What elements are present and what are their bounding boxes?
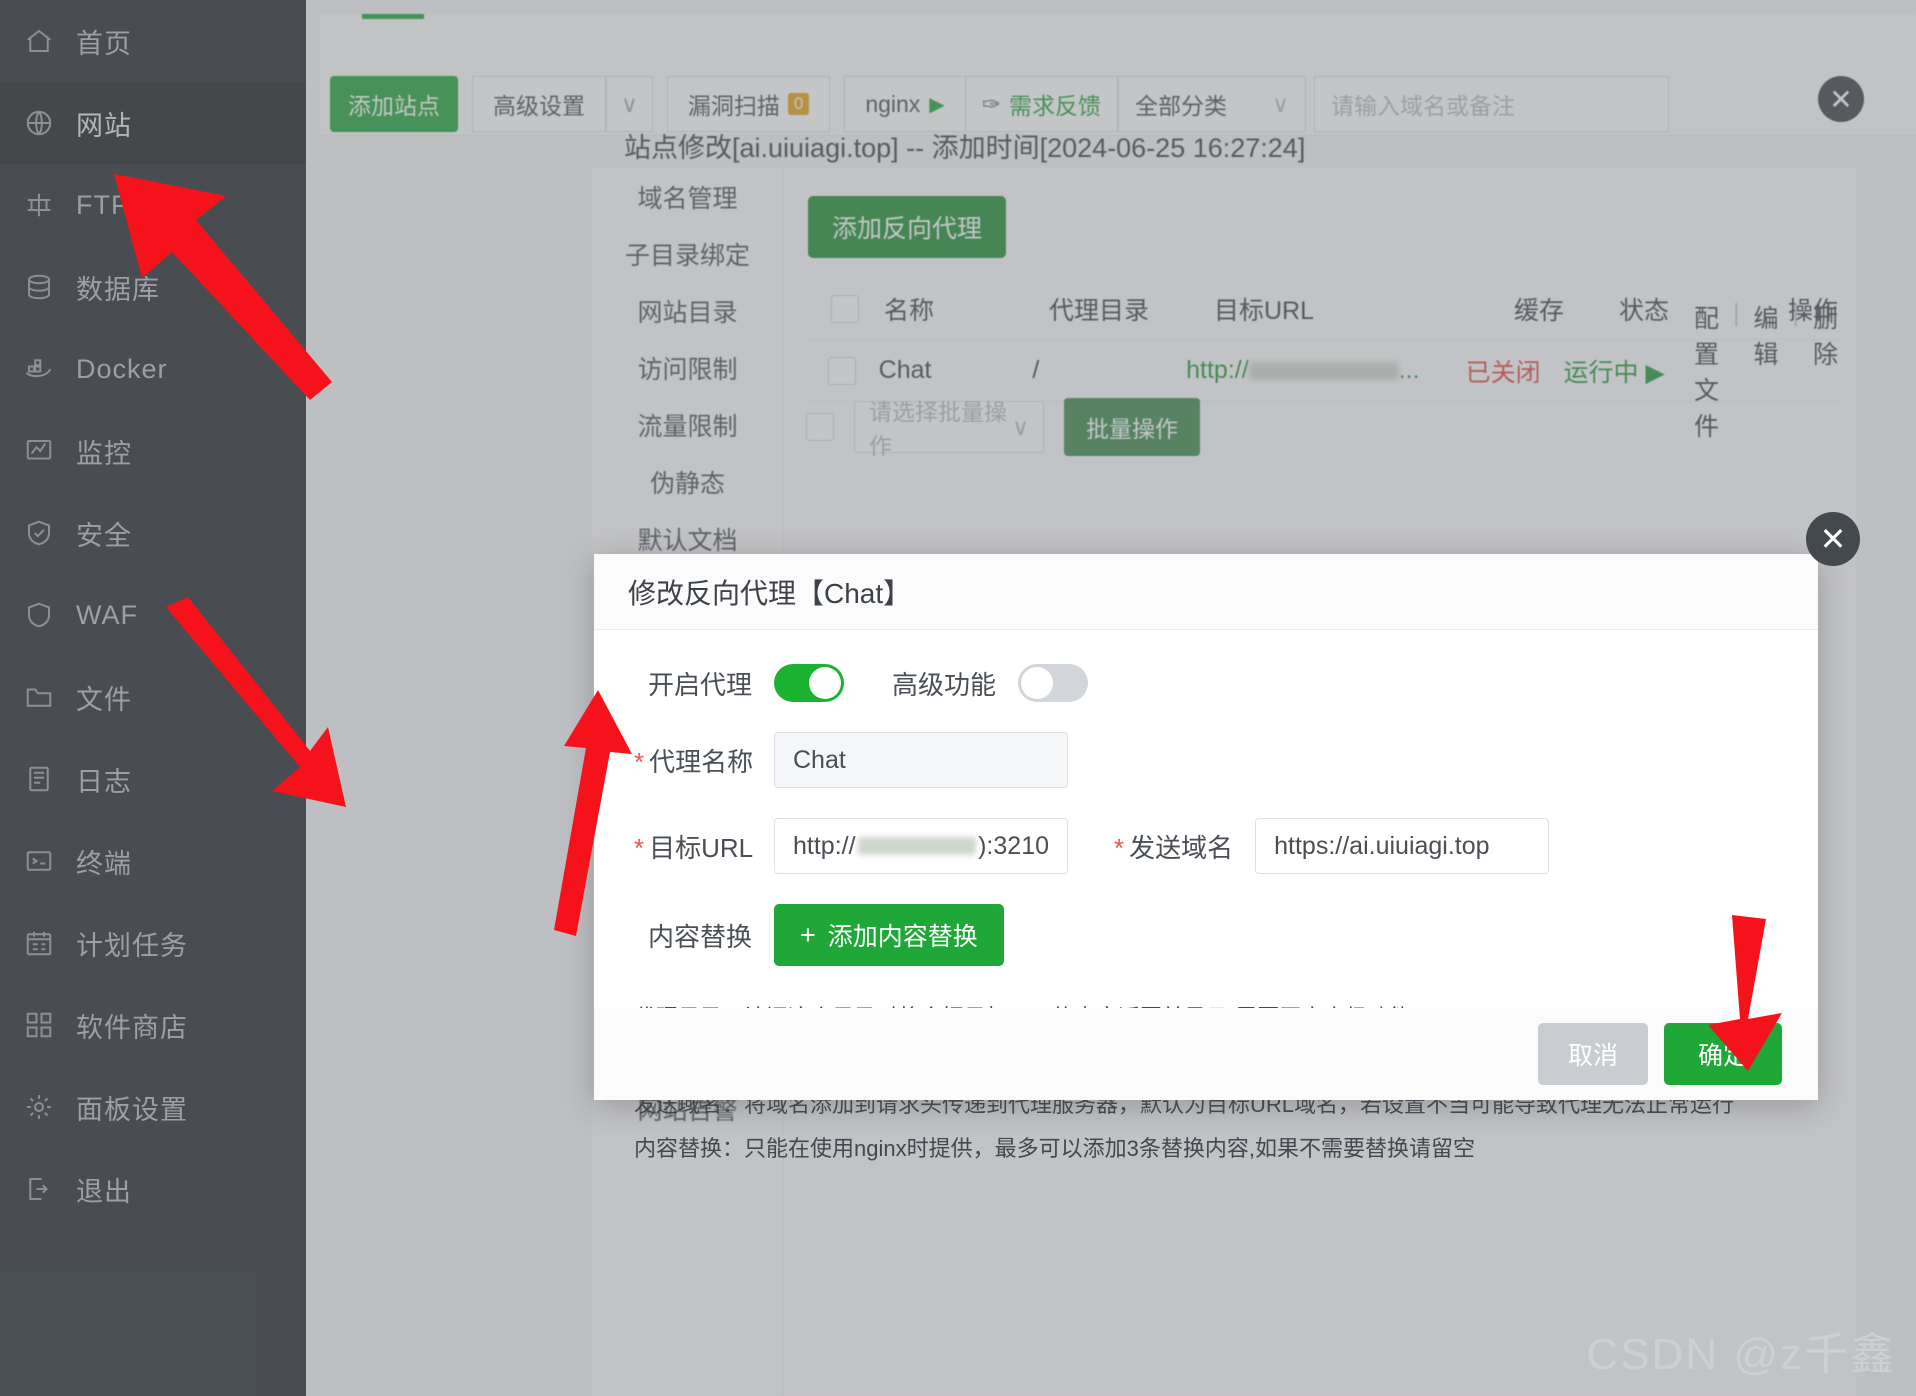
send-domain-input[interactable]: https://ai.uiuiagi.top — [1255, 818, 1549, 874]
edit-reverse-proxy-modal: ✕ 修改反向代理【Chat】 开启代理 高级功能 *代理名称 Chat *目标U… — [594, 554, 1818, 1100]
plus-icon: + — [800, 920, 816, 951]
proxy-name-row: *代理名称 Chat — [634, 732, 1778, 788]
url-and-domain-row: *目标URL http://):3210 *发送域名 https://ai.ui… — [634, 818, 1778, 874]
cancel-button[interactable]: 取消 — [1538, 1023, 1648, 1085]
modal-footer: 取消 确定 — [594, 1008, 1818, 1100]
enable-proxy-toggle[interactable] — [774, 664, 844, 702]
target-url-suffix: ):3210 — [978, 832, 1049, 861]
add-content-replace-button[interactable]: + 添加内容替换 — [774, 904, 1004, 966]
app-root: 添加站点 高级设置 ∨ 漏洞扫描 0 nginx ▶ ✑ — [0, 0, 1916, 1396]
proxy-name-input[interactable]: Chat — [774, 732, 1068, 788]
target-url-label: *目标URL — [634, 828, 774, 865]
advanced-feature-label: 高级功能 — [844, 665, 1018, 702]
close-icon[interactable]: ✕ — [1806, 512, 1860, 566]
help-line-4: 内容替换：只能在使用nginx时提供，最多可以添加3条替换内容,如果不需要替换请… — [634, 1127, 1778, 1171]
send-domain-label: *发送域名 — [1068, 828, 1255, 865]
confirm-button[interactable]: 确定 — [1664, 1023, 1782, 1085]
target-url-input[interactable]: http:// ):3210 — [774, 818, 1068, 874]
add-content-replace-label: 添加内容替换 — [828, 917, 978, 953]
target-url-label-text: 目标URL — [649, 833, 753, 863]
enable-proxy-label: 开启代理 — [634, 665, 774, 702]
redacted-host — [858, 837, 977, 855]
target-url-prefix: http:// — [793, 832, 856, 861]
advanced-feature-toggle[interactable] — [1018, 664, 1088, 702]
content-replace-row: 内容替换 + 添加内容替换 — [634, 904, 1778, 966]
watermark: CSDN @z千鑫 — [1586, 1318, 1896, 1382]
send-domain-label-text: 发送域名 — [1129, 833, 1233, 863]
modal-title: 修改反向代理【Chat】 — [594, 554, 1818, 630]
toggles-row: 开启代理 高级功能 — [634, 664, 1778, 702]
content-replace-label: 内容替换 — [634, 917, 774, 954]
required-mark: * — [634, 833, 644, 863]
required-mark: * — [1114, 833, 1124, 863]
proxy-name-label-text: 代理名称 — [649, 747, 753, 777]
proxy-name-label: *代理名称 — [634, 742, 774, 779]
required-mark: * — [634, 747, 644, 777]
